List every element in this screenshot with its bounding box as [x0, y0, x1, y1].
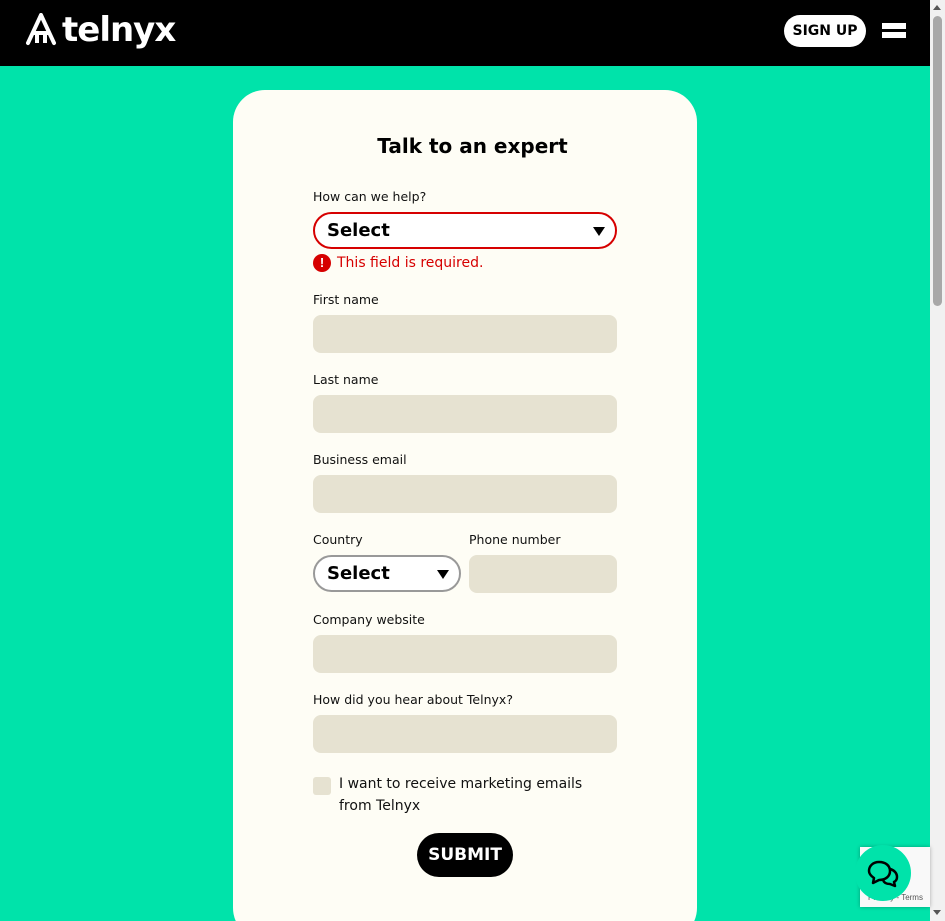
telnyx-logo-icon	[26, 13, 56, 45]
heard-about-field[interactable]	[313, 715, 617, 753]
scroll-thumb[interactable]	[933, 16, 942, 306]
scroll-up-arrow-icon[interactable]	[933, 5, 941, 10]
business-email-field[interactable]	[313, 475, 617, 513]
company-website-field[interactable]	[313, 635, 617, 673]
top-navbar: telnyx SIGN UP	[0, 0, 930, 66]
last-name-label: Last name	[313, 372, 379, 387]
hamburger-menu-icon[interactable]	[882, 23, 906, 43]
marketing-checkbox[interactable]	[313, 777, 331, 795]
help-select[interactable]: Select	[313, 212, 617, 249]
country-select-value: Select	[327, 563, 390, 584]
form-title: Talk to an expert	[377, 134, 568, 158]
scroll-down-arrow-icon[interactable]	[933, 910, 941, 915]
country-select[interactable]: Select	[313, 555, 461, 592]
chat-button[interactable]	[855, 845, 911, 901]
first-name-label: First name	[313, 292, 379, 307]
error-icon: !	[313, 254, 331, 272]
help-label: How can we help?	[313, 189, 427, 204]
phone-label: Phone number	[469, 532, 561, 547]
marketing-checkbox-label: I want to receive marketing emails from …	[339, 776, 583, 814]
phone-field[interactable]	[469, 555, 617, 593]
chat-bubbles-icon	[867, 860, 899, 888]
logo-text: telnyx	[62, 10, 176, 50]
telnyx-logo[interactable]: telnyx	[24, 10, 176, 50]
error-text: This field is required.	[337, 255, 484, 271]
chevron-down-icon	[593, 226, 605, 236]
last-name-field[interactable]	[313, 395, 617, 433]
help-error: ! This field is required.	[313, 253, 483, 273]
help-select-value: Select	[327, 220, 390, 241]
first-name-field[interactable]	[313, 315, 617, 353]
heard-about-label: How did you hear about Telnyx?	[313, 692, 513, 707]
chevron-down-icon	[437, 569, 449, 579]
sign-up-button[interactable]: SIGN UP	[784, 15, 866, 47]
country-label: Country	[313, 532, 363, 547]
business-email-label: Business email	[313, 452, 407, 467]
submit-button[interactable]: SUBMIT	[417, 833, 513, 877]
company-website-label: Company website	[313, 612, 425, 627]
